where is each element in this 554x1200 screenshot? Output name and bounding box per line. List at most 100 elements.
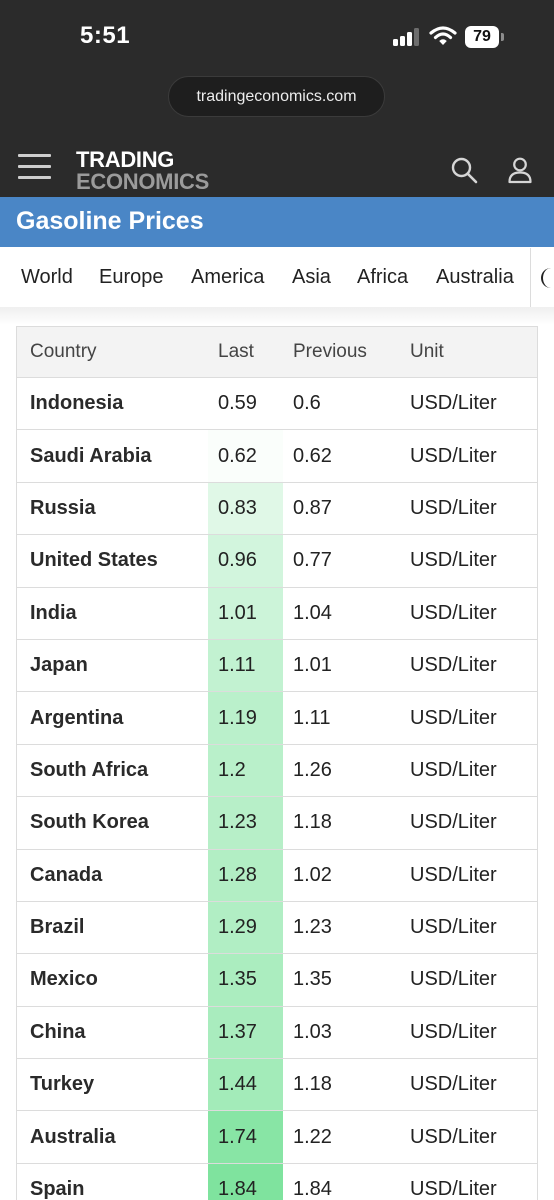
table-row[interactable]: Brazil 1.29 1.23 USD/Liter xyxy=(17,901,537,955)
previous-cell: 1.22 xyxy=(293,1125,332,1148)
unit-cell: USD/Liter xyxy=(410,549,497,572)
site-logo[interactable]: TRADING ECONOMICS xyxy=(76,149,209,193)
unit-cell: USD/Liter xyxy=(410,1178,497,1200)
country-cell[interactable]: United States xyxy=(17,535,208,586)
unit-cell: USD/Liter xyxy=(410,968,497,991)
country-cell[interactable]: Argentina xyxy=(17,692,208,743)
last-cell: 1.74 xyxy=(208,1111,283,1163)
last-cell: 0.83 xyxy=(208,482,283,535)
battery-tip xyxy=(501,33,504,41)
country-cell[interactable]: India xyxy=(17,588,208,639)
previous-cell: 0.62 xyxy=(293,444,332,467)
last-cell: 1.2 xyxy=(208,744,283,797)
table-row[interactable]: Australia 1.74 1.22 USD/Liter xyxy=(17,1111,537,1164)
previous-cell: 1.84 xyxy=(293,1178,332,1200)
previous-cell: 1.04 xyxy=(293,601,332,624)
country-cell[interactable]: South Korea xyxy=(17,797,208,848)
tab-overflow-clipped[interactable] xyxy=(541,248,554,307)
unit-cell: USD/Liter xyxy=(410,654,497,677)
country-cell[interactable]: Spain xyxy=(17,1164,208,1200)
tab-world[interactable]: World xyxy=(21,248,73,307)
tab-africa[interactable]: Africa xyxy=(357,248,408,307)
table-row[interactable]: Argentina 1.19 1.11 USD/Liter xyxy=(17,692,537,745)
previous-cell: 0.87 xyxy=(293,496,332,519)
previous-cell: 0.6 xyxy=(293,392,321,415)
table-row[interactable]: China 1.37 1.03 USD/Liter xyxy=(17,1006,537,1060)
previous-cell: 1.01 xyxy=(293,654,332,677)
last-cell: 1.84 xyxy=(208,1163,283,1200)
logo-text-economics: ECONOMICS xyxy=(76,169,209,194)
last-cell: 1.11 xyxy=(208,639,283,692)
col-header-unit[interactable]: Unit xyxy=(401,327,539,377)
previous-cell: 1.26 xyxy=(293,758,332,781)
tabs-shadow xyxy=(0,307,554,325)
tab-europe[interactable]: Europe xyxy=(99,248,164,307)
last-cell: 0.59 xyxy=(208,378,283,430)
previous-cell: 1.11 xyxy=(293,706,331,729)
last-cell: 0.96 xyxy=(208,535,283,587)
page-title-bar: Gasoline Prices xyxy=(0,197,554,247)
col-header-last[interactable]: Last xyxy=(208,327,283,377)
search-icon[interactable] xyxy=(450,156,478,184)
col-header-previous[interactable]: Previous xyxy=(283,327,401,377)
col-header-country[interactable]: Country xyxy=(17,327,208,377)
previous-cell: 0.77 xyxy=(293,549,332,572)
table-row[interactable]: Russia 0.83 0.87 USD/Liter xyxy=(17,482,537,536)
table-row[interactable]: Spain 1.84 1.84 USD/Liter xyxy=(17,1163,537,1200)
previous-cell: 1.23 xyxy=(293,916,332,939)
unit-cell: USD/Liter xyxy=(410,1020,497,1043)
unit-cell: USD/Liter xyxy=(410,392,497,415)
table-row[interactable]: Canada 1.28 1.02 USD/Liter xyxy=(17,849,537,902)
previous-cell: 1.02 xyxy=(293,863,332,886)
logo-text-trading: TRADING xyxy=(76,147,175,172)
unit-cell: USD/Liter xyxy=(410,916,497,939)
country-cell[interactable]: China xyxy=(17,1007,208,1058)
unit-cell: USD/Liter xyxy=(410,1125,497,1148)
unit-cell: USD/Liter xyxy=(410,1073,497,1096)
battery-icon: 79 xyxy=(465,26,499,48)
country-cell[interactable]: Brazil xyxy=(17,902,208,953)
table-row[interactable]: Mexico 1.35 1.35 USD/Liter xyxy=(17,954,537,1007)
tab-divider xyxy=(530,248,531,307)
table-row[interactable]: South Africa 1.2 1.26 USD/Liter xyxy=(17,744,537,798)
country-cell[interactable]: Canada xyxy=(17,850,208,901)
country-cell[interactable]: South Africa xyxy=(17,745,208,796)
table-row[interactable]: Indonesia 0.59 0.6 USD/Liter xyxy=(17,378,537,431)
unit-cell: USD/Liter xyxy=(410,758,497,781)
previous-cell: 1.18 xyxy=(293,1073,332,1096)
unit-cell: USD/Liter xyxy=(410,496,497,519)
last-cell: 1.28 xyxy=(208,849,283,901)
last-cell: 0.62 xyxy=(208,430,283,482)
table-row[interactable]: Turkey 1.44 1.18 USD/Liter xyxy=(17,1059,537,1112)
tab-asia[interactable]: Asia xyxy=(292,248,331,307)
table-row[interactable]: South Korea 1.23 1.18 USD/Liter xyxy=(17,797,537,850)
country-cell[interactable]: Australia xyxy=(17,1111,208,1162)
table-body: Indonesia 0.59 0.6 USD/Liter Saudi Arabia 0.6… xyxy=(17,378,537,1200)
table-row[interactable]: India 1.01 1.04 USD/Liter xyxy=(17,587,537,640)
region-tabs: World Europe America Asia Africa Austral… xyxy=(0,248,554,308)
table-row[interactable]: Saudi Arabia 0.62 0.62 USD/Liter xyxy=(17,430,537,483)
unit-cell: USD/Liter xyxy=(410,706,497,729)
country-cell[interactable]: Indonesia xyxy=(17,378,208,429)
table-row[interactable]: Japan 1.11 1.01 USD/Liter xyxy=(17,639,537,693)
previous-cell: 1.18 xyxy=(293,811,332,834)
country-cell[interactable]: Saudi Arabia xyxy=(17,430,208,481)
wifi-icon xyxy=(429,26,457,45)
url-bar[interactable]: tradingeconomics.com xyxy=(168,76,385,117)
hamburger-menu-icon[interactable] xyxy=(18,154,51,180)
tab-australia[interactable]: Australia xyxy=(436,248,514,307)
country-cell[interactable]: Japan xyxy=(17,640,208,691)
country-cell[interactable]: Turkey xyxy=(17,1059,208,1110)
table-row[interactable]: United States 0.96 0.77 USD/Liter xyxy=(17,535,537,588)
country-cell[interactable]: Russia xyxy=(17,483,208,534)
table-header: Country Last Previous Unit xyxy=(17,327,537,378)
previous-cell: 1.35 xyxy=(293,968,332,991)
page-title: Gasoline Prices xyxy=(16,207,204,235)
last-cell: 1.23 xyxy=(208,797,283,849)
last-cell: 1.19 xyxy=(208,692,283,744)
country-cell[interactable]: Mexico xyxy=(17,954,208,1005)
last-cell: 1.01 xyxy=(208,587,283,639)
user-icon[interactable] xyxy=(506,156,534,184)
unit-cell: USD/Liter xyxy=(410,863,497,886)
tab-america[interactable]: America xyxy=(191,248,264,307)
